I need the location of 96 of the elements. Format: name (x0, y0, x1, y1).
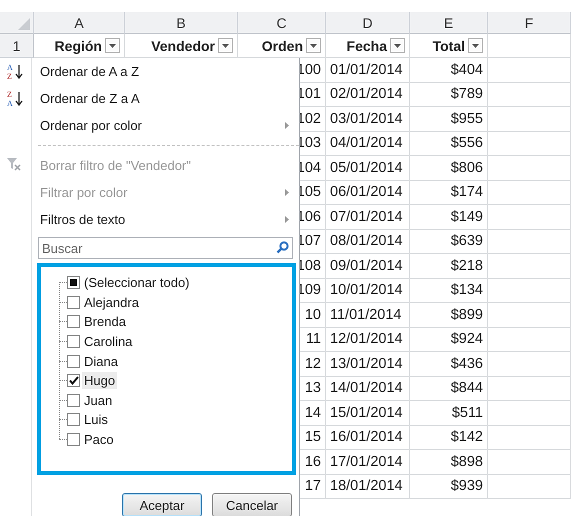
list-item[interactable]: Alejandra (82, 294, 141, 311)
table-cell: 04/01/2014 (330, 135, 403, 152)
filter-dropdown-button[interactable] (468, 38, 483, 53)
column-header[interactable]: C (238, 12, 326, 34)
column-header[interactable]: A (34, 12, 125, 34)
table-cell: $436 (450, 356, 483, 372)
filter-dropdown-button[interactable] (218, 38, 233, 53)
checkbox[interactable] (67, 394, 80, 407)
table-cell: $806 (450, 160, 483, 176)
checkbox[interactable] (67, 413, 80, 426)
header-cell: Vendedor (151, 38, 215, 54)
table-cell: $556 (450, 135, 483, 152)
table-cell: $142 (450, 429, 483, 446)
column-header[interactable]: E (410, 12, 488, 34)
table-cell: $149 (450, 208, 483, 225)
checkbox[interactable] (67, 315, 80, 328)
table-cell: 15 (304, 429, 321, 446)
search-field[interactable]: Buscar (38, 237, 293, 259)
header-cell: Fecha (346, 38, 387, 54)
caret-icon (394, 44, 401, 48)
table-cell: $924 (450, 331, 483, 348)
table-cell: 15/01/2014 (330, 404, 403, 421)
table-cell: 07/01/2014 (330, 208, 403, 225)
table-cell: $789 (450, 86, 483, 102)
checkbox[interactable] (67, 433, 80, 446)
table-cell: 06/01/2014 (330, 184, 403, 200)
table-cell: 12 (304, 356, 321, 372)
table-cell: 13 (304, 380, 321, 396)
table-cell: 18/01/2014 (330, 478, 403, 494)
submenu-arrow-icon (285, 122, 289, 129)
checkbox[interactable] (67, 374, 80, 388)
table-cell: $511 (452, 404, 483, 421)
table-cell: 16 (304, 454, 321, 470)
menu-item[interactable]: Ordenar por color (0, 112, 299, 139)
submenu-arrow-icon (285, 189, 289, 196)
list-item[interactable]: Juan (82, 392, 114, 409)
table-cell: $134 (450, 282, 483, 298)
list-item[interactable]: Diana (82, 352, 120, 370)
checkbox[interactable] (67, 276, 80, 290)
list-item[interactable]: Brenda (82, 313, 128, 330)
list-item[interactable]: (Seleccionar todo) (82, 274, 192, 292)
table-cell: $844 (450, 380, 483, 396)
filter-dropdown-button[interactable] (306, 38, 321, 53)
list-item[interactable]: Hugo (82, 372, 118, 390)
checkbox[interactable] (67, 296, 80, 309)
filter-dropdown-button[interactable] (105, 38, 120, 53)
table-cell: 14/01/2014 (330, 380, 403, 396)
table-cell: 09/01/2014 (330, 258, 403, 274)
table-cell: 05/01/2014 (330, 160, 403, 176)
column-header[interactable]: D (326, 12, 410, 34)
column-header[interactable]: B (125, 12, 238, 34)
table-cell: 17/01/2014 (330, 454, 403, 470)
submenu-arrow-icon (285, 216, 289, 223)
table-cell: 10/01/2014 (330, 282, 403, 298)
table-cell: 11 (306, 331, 321, 348)
table-cell: 08/01/2014 (330, 233, 403, 250)
dialog-button[interactable]: Aceptar (122, 493, 202, 516)
table-cell: 14 (304, 404, 321, 421)
filter-dropdown-button[interactable] (390, 38, 405, 53)
table-cell: 12/01/2014 (330, 331, 403, 348)
table-cell: $955 (450, 110, 483, 127)
caret-icon (222, 44, 229, 48)
caret-icon (109, 44, 116, 48)
row-header[interactable]: 1 (0, 34, 34, 58)
header-cell: Orden (262, 38, 303, 54)
clear-filter-icon (6, 156, 22, 172)
header-cell: Región (54, 38, 102, 54)
table-cell: $639 (450, 233, 483, 250)
table-cell: 11/01/2014 (330, 306, 402, 323)
header-cell: Total (432, 38, 465, 54)
table-cell: 02/01/2014 (330, 86, 403, 102)
menu-item[interactable]: A Z Ordenar de A a Z (0, 58, 299, 85)
table-cell: 03/01/2014 (330, 110, 403, 127)
checkbox[interactable] (67, 335, 80, 348)
table-cell: 01/01/2014 (330, 62, 403, 78)
list-item[interactable]: Luis (82, 411, 110, 428)
table-cell: 13/01/2014 (330, 356, 403, 372)
table-cell: 17 (304, 478, 321, 494)
list-item[interactable]: Carolina (82, 333, 134, 350)
table-cell: $404 (450, 62, 483, 78)
table-cell: 10 (304, 306, 321, 323)
dialog-button[interactable]: Cancelar (212, 493, 292, 516)
list-item[interactable]: Paco (82, 431, 116, 448)
table-cell: $939 (450, 478, 483, 494)
table-cell: $174 (450, 184, 483, 200)
table-cell: 16/01/2014 (330, 429, 403, 446)
search-icon (276, 241, 289, 254)
caret-icon (310, 44, 317, 48)
menu-item[interactable]: Filtros de texto (0, 206, 299, 233)
column-header[interactable]: F (488, 12, 571, 34)
checkbox[interactable] (67, 354, 80, 368)
caret-icon (472, 44, 479, 48)
menu-item[interactable]: Z A Ordenar de Z a A (0, 85, 299, 112)
table-cell: $899 (450, 306, 483, 323)
table-cell: $898 (450, 454, 483, 470)
table-cell: $218 (450, 258, 483, 274)
